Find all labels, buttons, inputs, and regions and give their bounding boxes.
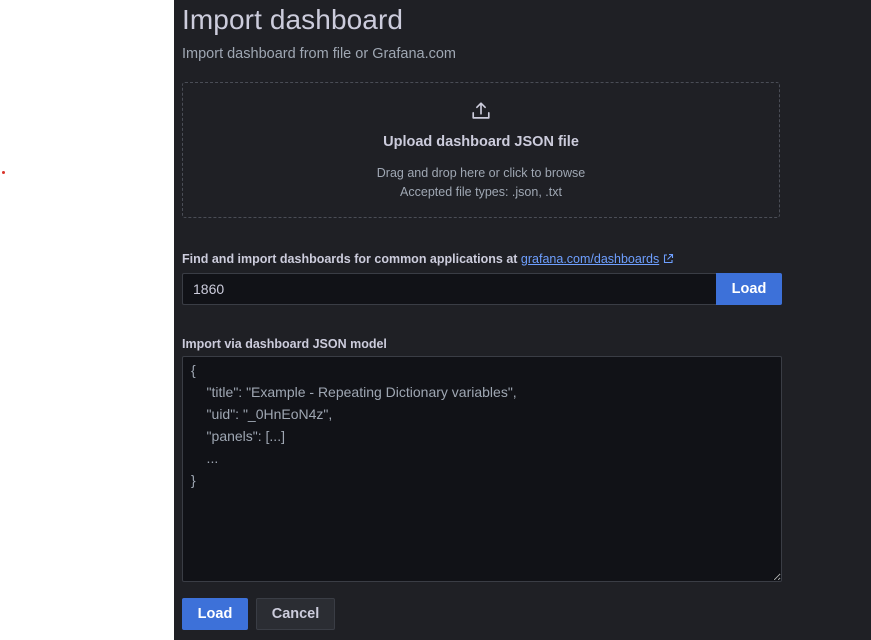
external-link-icon xyxy=(664,253,674,264)
file-upload-dropzone[interactable]: Upload dashboard JSON file Drag and drop… xyxy=(182,82,780,218)
stray-dot xyxy=(2,171,5,174)
import-dashboard-panel: Import dashboard Import dashboard from f… xyxy=(174,0,871,640)
load-dashboard-id-button[interactable]: Load xyxy=(716,273,782,305)
grafana-com-label: Find and import dashboards for common ap… xyxy=(182,252,674,266)
load-button[interactable]: Load xyxy=(182,598,248,630)
upload-icon xyxy=(472,102,490,119)
cancel-button[interactable]: Cancel xyxy=(256,598,335,630)
page-subtitle: Import dashboard from file or Grafana.co… xyxy=(182,46,457,62)
upload-title: Upload dashboard JSON file xyxy=(383,134,579,150)
json-model-textarea[interactable] xyxy=(182,356,782,582)
grafana-com-label-text: Find and import dashboards for common ap… xyxy=(182,252,521,266)
json-model-label: Import via dashboard JSON model xyxy=(182,337,387,351)
upload-hint: Drag and drop here or click to browse xyxy=(376,166,586,180)
grafana-dashboard-id-input[interactable] xyxy=(182,273,716,305)
page-title: Import dashboard xyxy=(182,4,404,35)
grafana-com-dashboards-link[interactable]: grafana.com/dashboards xyxy=(521,252,659,266)
accepted-file-types: Accepted file types: .json, .txt xyxy=(400,185,562,199)
